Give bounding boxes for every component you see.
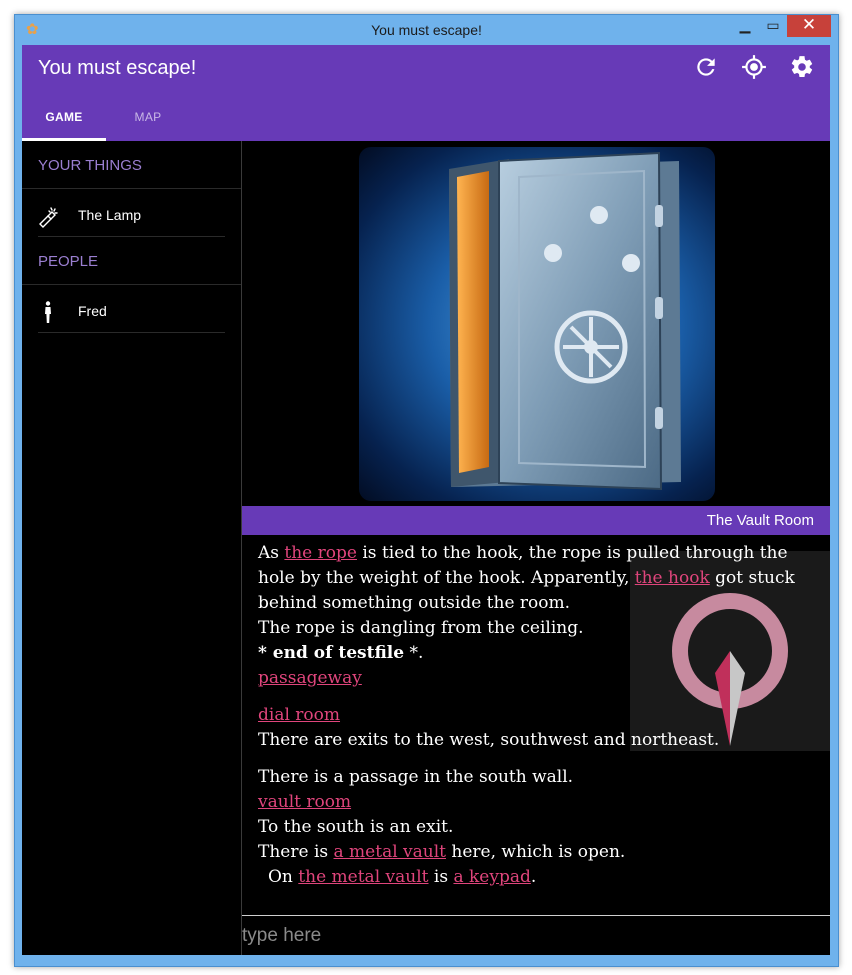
people-header: PEOPLE (38, 253, 99, 270)
section-divider (22, 188, 241, 189)
story-line: The rope is dangling from the ceiling. (258, 618, 584, 638)
inventory-sidebar: YOUR THINGS The Lamp PEOPLE Fred (22, 141, 242, 955)
link-the-rope[interactable]: the rope (284, 543, 357, 563)
tab-map[interactable]: MAP (106, 109, 190, 141)
flashlight-icon (36, 204, 60, 228)
story-text-run: . (530, 867, 537, 887)
refresh-button[interactable] (693, 54, 719, 80)
link-the-hook[interactable]: the hook (635, 568, 710, 588)
south-exit-line: To the south is an exit. (258, 817, 454, 837)
room-name: The Vault Room (706, 512, 814, 529)
locate-icon (742, 55, 766, 79)
room-image (359, 147, 715, 501)
command-input[interactable] (242, 921, 822, 951)
exits-line: There are exits to the west, southwest a… (258, 730, 720, 750)
end-of-file-bold: * end of testfile (258, 643, 405, 663)
story-text-run: is (428, 867, 454, 887)
app-window: ✿ You must escape! ▁ ▭ ✕ You must escape… (14, 14, 839, 967)
link-dial-room[interactable]: dial room (258, 705, 340, 725)
passageway-line: passageway (258, 666, 818, 691)
story-text-run: *. (404, 643, 424, 663)
metal-vault-line: There is a metal vault here, which is op… (258, 840, 818, 865)
window-title: You must escape! (371, 22, 482, 38)
item-divider (38, 332, 225, 333)
keypad-line: On the metal vault is a keypad. (258, 865, 818, 890)
sidebar-item-fred[interactable]: Fred (22, 290, 241, 330)
passage-line: There is a passage in the south wall. (258, 767, 574, 787)
your-things-header: YOUR THINGS (38, 157, 142, 174)
app-bar: You must escape! GAME MAP (22, 45, 830, 141)
close-button[interactable]: ✕ (787, 15, 831, 37)
person-icon (36, 300, 60, 324)
tab-game[interactable]: GAME (22, 109, 106, 141)
settings-button[interactable] (789, 54, 815, 80)
minimize-button[interactable]: ▁ (731, 15, 759, 37)
gear-icon (791, 56, 813, 78)
link-a-metal-vault[interactable]: a metal vault (334, 842, 446, 862)
input-underline (242, 915, 830, 916)
vault-room-line: vault room (258, 790, 818, 815)
story-text-run: There is (258, 842, 334, 862)
sidebar-item-the-lamp[interactable]: The Lamp (22, 194, 241, 234)
end-of-file-line: * end of testfile *. (258, 641, 818, 666)
link-a-keypad[interactable]: a keypad (453, 867, 530, 887)
locate-button[interactable] (741, 54, 767, 80)
link-vault-room[interactable]: vault room (258, 792, 351, 812)
window-titlebar[interactable]: ✿ You must escape! ▁ ▭ ✕ (15, 15, 838, 45)
dial-room-line: dial room (258, 703, 818, 728)
app-client-area: You must escape! GAME MAP YOUR THINGS Th… (22, 45, 830, 955)
refresh-icon (697, 58, 715, 76)
story-text-run: As (258, 543, 285, 563)
link-the-metal-vault[interactable]: the metal vault (298, 867, 428, 887)
story-paragraph: As the rope is tied to the hook, the rop… (258, 541, 818, 616)
story-text-run: here, which is open. (446, 842, 626, 862)
app-title: You must escape! (38, 57, 197, 79)
sidebar-item-label: The Lamp (78, 207, 142, 223)
story-text: As the rope is tied to the hook, the rop… (258, 541, 818, 890)
sidebar-item-label: Fred (78, 303, 107, 319)
room-title-bar: The Vault Room (242, 506, 830, 535)
section-divider (22, 284, 241, 285)
item-divider (38, 236, 225, 237)
link-passageway[interactable]: passageway (258, 668, 362, 688)
maximize-button[interactable]: ▭ (759, 15, 787, 37)
story-text-run: On (268, 867, 299, 887)
game-panel: The Vault Room As the rope is tied to th… (242, 141, 830, 955)
